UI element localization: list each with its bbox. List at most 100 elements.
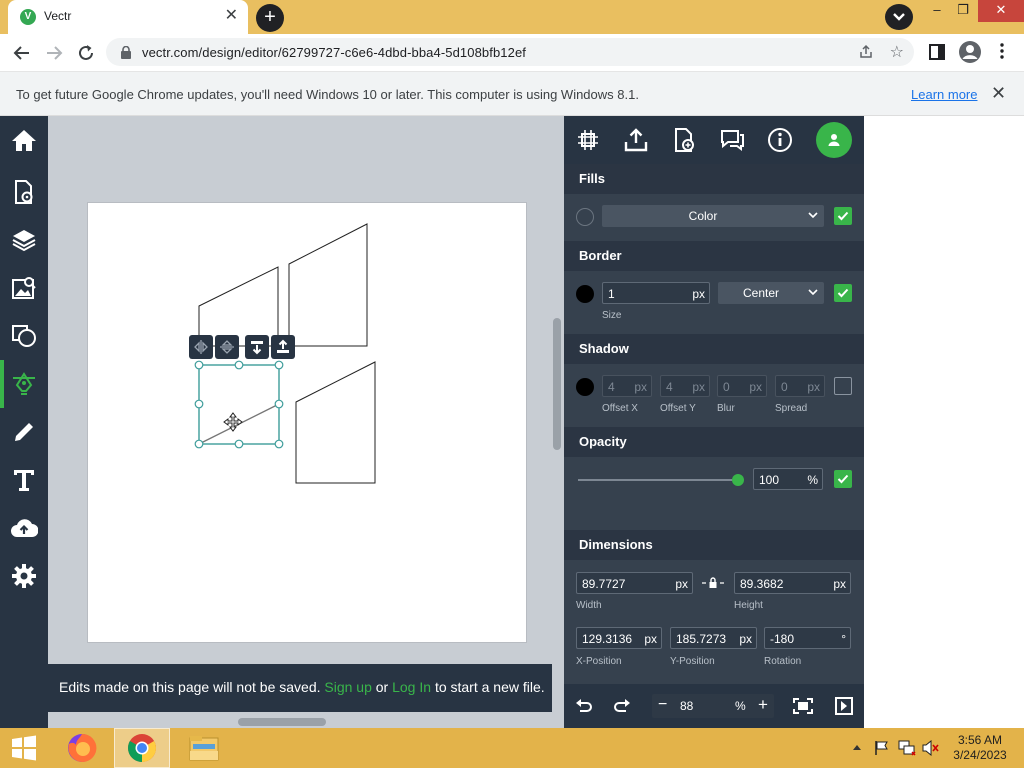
info-icon[interactable] <box>766 126 794 154</box>
zoom-value[interactable]: 88 <box>680 699 693 713</box>
clock-date: 3/24/2023 <box>953 748 1007 762</box>
collapse-panel-icon[interactable] <box>834 696 854 716</box>
network-icon[interactable] <box>898 740 916 756</box>
shape-quad-bottom-right[interactable] <box>295 361 376 484</box>
properties-panel: Fills Color Border 1 px Size Center Shad… <box>564 116 864 728</box>
zoom-in-button[interactable]: + <box>758 695 768 715</box>
shadow-color-swatch[interactable] <box>576 378 594 396</box>
x-position-input[interactable]: 129.3136 px <box>576 627 662 649</box>
canvas-horizontal-scrollbar[interactable] <box>238 718 326 726</box>
border-enabled-checkbox[interactable] <box>834 284 852 302</box>
restore-window-button[interactable]: ❐ <box>946 0 980 22</box>
undo-icon[interactable] <box>574 696 594 716</box>
shadow-offset-x-input[interactable]: 4 px <box>602 375 652 397</box>
learn-more-link[interactable]: Learn more <box>911 87 977 102</box>
canvas-vertical-scrollbar[interactable] <box>553 318 561 450</box>
border-size-value: 1 <box>608 287 615 301</box>
fill-type-value: Color <box>688 209 718 223</box>
opacity-input[interactable]: 100 % <box>753 468 823 490</box>
dimensions-section-header: Dimensions <box>564 530 864 560</box>
rotation-input[interactable]: -180 ° <box>764 627 851 649</box>
shadow-blur-label: Blur <box>717 403 735 414</box>
opacity-unit: % <box>807 473 818 487</box>
height-unit: px <box>833 577 846 591</box>
more-menu-icon[interactable] <box>1000 43 1004 59</box>
opacity-slider-track[interactable] <box>578 479 738 481</box>
panel-bottom-bar: − 88 % + <box>564 684 864 728</box>
export-icon[interactable] <box>622 126 650 154</box>
bring-forward-button[interactable] <box>271 335 295 359</box>
shadow-blur-input[interactable]: 0 px <box>717 375 767 397</box>
zoom-control: − 88 % + <box>652 694 774 718</box>
shadow-spread-input[interactable]: 0 px <box>775 375 825 397</box>
volume-muted-icon[interactable] <box>922 740 940 756</box>
flip-horizontal-button[interactable] <box>189 335 213 359</box>
snap-grid-icon[interactable] <box>574 126 602 154</box>
share-icon[interactable] <box>858 44 874 60</box>
action-center-flag-icon[interactable] <box>874 740 890 756</box>
border-position-select[interactable]: Center <box>718 282 824 304</box>
fill-type-select[interactable]: Color <box>602 205 824 227</box>
profile-avatar-icon[interactable] <box>958 40 982 64</box>
drawing-layer <box>194 223 376 484</box>
taskbar-clock[interactable]: 3:56 AM 3/24/2023 <box>944 733 1016 763</box>
close-window-button[interactable]: ✕ <box>978 0 1024 22</box>
user-avatar-button[interactable] <box>816 122 852 158</box>
send-backward-icon <box>251 341 263 355</box>
border-size-label: Size <box>602 310 622 321</box>
firefox-icon <box>68 733 97 762</box>
shadow-offset-x-label: Offset X <box>602 403 638 414</box>
shadow-offset-x-value: 4 <box>608 380 615 394</box>
zoom-unit: % <box>735 699 746 713</box>
rotation-label: Rotation <box>764 656 802 667</box>
selection-box[interactable] <box>198 364 280 445</box>
chevron-down-icon <box>808 212 818 219</box>
fill-enabled-checkbox[interactable] <box>834 207 852 225</box>
clock-time: 3:56 AM <box>957 733 1003 747</box>
windows-start-button[interactable] <box>0 728 48 768</box>
aspect-lock-icon[interactable] <box>701 576 725 590</box>
shape-quad-top-right[interactable] <box>288 223 368 347</box>
shadow-spread-value: 0 <box>781 380 788 394</box>
shadow-title: Shadow <box>579 341 629 356</box>
fills-section-header: Fills <box>564 164 864 194</box>
taskbar-firefox[interactable] <box>54 728 110 768</box>
taskbar-file-explorer[interactable] <box>176 728 232 768</box>
zoom-out-button[interactable]: − <box>658 696 667 714</box>
width-input[interactable]: 89.7727 px <box>576 572 693 594</box>
opacity-enabled-checkbox[interactable] <box>834 470 852 488</box>
move-cursor-icon <box>223 412 243 432</box>
tab-search-button[interactable] <box>885 4 913 30</box>
new-document-icon[interactable] <box>670 126 698 154</box>
height-input[interactable]: 89.3682 px <box>734 572 851 594</box>
sign-up-link[interactable]: Sign up <box>324 679 371 695</box>
border-size-unit: px <box>692 287 705 301</box>
bookmark-star-icon[interactable]: ☆ <box>890 42 904 62</box>
height-label: Height <box>734 600 763 611</box>
taskbar-chrome[interactable] <box>114 728 170 768</box>
opacity-slider-handle[interactable] <box>732 474 744 486</box>
opacity-section-header: Opacity <box>564 427 864 457</box>
y-position-input[interactable]: 185.7273 px <box>670 627 757 649</box>
y-position-value: 185.7273 <box>676 632 727 646</box>
chevron-down-icon <box>893 13 905 21</box>
flip-vertical-button[interactable] <box>215 335 239 359</box>
send-backward-button[interactable] <box>245 335 269 359</box>
save-notice-after: to start a new file. <box>434 679 545 695</box>
border-size-input[interactable]: 1 px <box>602 282 710 304</box>
side-panel-icon[interactable] <box>929 44 945 60</box>
show-hidden-icons[interactable] <box>852 743 862 751</box>
selection-handles[interactable] <box>194 360 284 449</box>
checkmark-icon <box>837 474 849 484</box>
flip-vertical-icon <box>220 340 234 354</box>
log-in-link[interactable]: Log In <box>392 679 431 695</box>
fit-to-screen-icon[interactable] <box>793 696 813 716</box>
infobar-close-icon[interactable]: ✕ <box>991 83 1006 104</box>
chat-icon[interactable] <box>718 126 746 154</box>
redo-icon[interactable] <box>612 696 632 716</box>
shadow-offset-y-input[interactable]: 4 px <box>660 375 710 397</box>
shadow-enabled-checkbox[interactable] <box>834 377 852 395</box>
fill-color-swatch[interactable] <box>576 208 594 226</box>
shadow-offset-y-value: 4 <box>666 380 673 394</box>
border-color-swatch[interactable] <box>576 285 594 303</box>
